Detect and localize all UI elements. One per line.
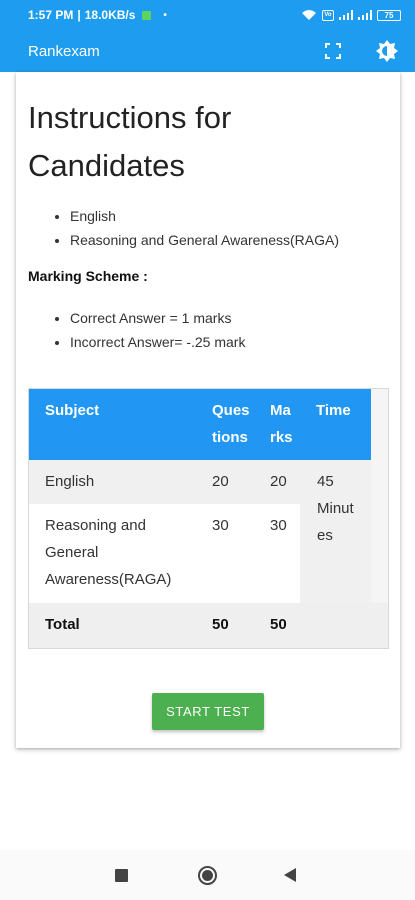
header-marks-line2: rks [270, 429, 293, 446]
header-questions: Ques tions [196, 397, 254, 460]
brightness-icon[interactable] [375, 39, 399, 63]
cell-marks: 20 [270, 473, 287, 490]
recent-apps-icon[interactable] [115, 869, 128, 882]
header-subject: Subject [45, 402, 100, 419]
total-marks: 50 [270, 616, 287, 633]
volte-icon: Vo [322, 9, 334, 21]
cell-subject: English [45, 473, 95, 490]
header-time: Time [316, 402, 351, 419]
list-item: English [70, 204, 339, 228]
cell-subject: Reasoning and General Awareness(RAGA) [29, 512, 196, 603]
header-marks: Ma rks [254, 397, 300, 460]
app-bar: Rankexam [0, 30, 415, 72]
app-notification-icon [142, 10, 152, 20]
cell-questions: 30 [212, 517, 229, 534]
cell-subject-line3: Awareness(RAGA) [45, 571, 172, 588]
list-item: Correct Answer = 1 marks [70, 306, 245, 330]
table-header-row: Subject Ques tions Ma rks Time [29, 389, 371, 460]
marking-scheme-list: Correct Answer = 1 marks Incorrect Answe… [70, 306, 245, 354]
cell-subject-line1: Reasoning and [45, 517, 146, 534]
wifi-icon [302, 10, 316, 20]
app-title: Rankexam [28, 42, 100, 60]
start-test-button[interactable]: START TEST [152, 693, 264, 730]
cell-marks: 30 [270, 517, 287, 534]
fullscreen-icon[interactable] [321, 39, 345, 63]
header-questions-line1: Ques [212, 402, 250, 419]
subject-list: English Reasoning and General Awareness(… [70, 204, 339, 252]
list-item: Incorrect Answer= -.25 mark [70, 330, 245, 354]
list-item: Reasoning and General Awareness(RAGA) [70, 228, 339, 252]
cell-questions: 20 [212, 473, 229, 490]
home-icon[interactable] [198, 866, 217, 885]
navigation-bar [0, 850, 415, 900]
total-label: Total [45, 616, 80, 633]
subject-table: Subject Ques tions Ma rks Time English 2… [28, 388, 389, 649]
status-bar: 1:57 PM | 18.0KB/s • Vo 75 [0, 0, 415, 30]
header-marks-line1: Ma [270, 402, 291, 419]
cell-time-line2: Minut [317, 500, 354, 517]
signal-icon [339, 10, 353, 20]
marking-scheme-label: Marking Scheme : [28, 268, 148, 284]
back-icon[interactable] [284, 868, 296, 882]
instructions-card: Instructions for Candidates English Reas… [16, 72, 400, 748]
status-dot: • [163, 9, 167, 21]
battery-icon: 75 [377, 9, 401, 21]
cell-time-line1: 45 [317, 473, 334, 490]
table-row: Reasoning and General Awareness(RAGA) 30… [29, 504, 309, 603]
total-questions: 50 [212, 616, 229, 633]
table-total-row: Total 50 50 [29, 603, 388, 648]
status-speed: 18.0KB/s [84, 8, 136, 22]
header-questions-line2: tions [212, 429, 248, 446]
page-title: Instructions for Candidates [28, 100, 232, 183]
signal-icon-2 [358, 10, 372, 20]
cell-time-line3: es [317, 527, 333, 544]
cell-time: 45 Minut es [300, 460, 371, 603]
status-time: 1:57 PM [28, 8, 74, 22]
cell-subject-line2: General [45, 544, 99, 561]
